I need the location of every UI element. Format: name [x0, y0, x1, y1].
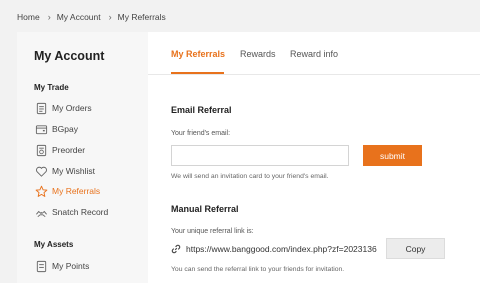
manual-referral-note: You can send the referral link to your f… — [171, 266, 345, 273]
sidebar-title: My Account — [34, 49, 105, 63]
tab-reward-info[interactable]: Reward info — [290, 49, 338, 59]
tab-my-referrals[interactable]: My Referrals — [171, 49, 225, 59]
hands-icon — [34, 205, 48, 219]
email-field[interactable] — [171, 145, 349, 166]
sidebar-item-my-wishlist[interactable]: My Wishlist — [34, 163, 95, 179]
link-icon — [171, 244, 181, 254]
account-panel: My Account My Trade My Orders BGpay Preo… — [17, 32, 480, 283]
orders-icon — [34, 101, 48, 115]
submit-button[interactable]: submit — [363, 145, 422, 166]
wallet-icon — [34, 122, 48, 136]
sidebar-item-label: Preorder — [52, 145, 86, 155]
manual-referral-heading: Manual Referral — [171, 204, 239, 214]
breadcrumb-current: My Referrals — [117, 12, 166, 22]
breadcrumb-my-account[interactable]: My Account — [57, 12, 101, 22]
section-title-my-trade: My Trade — [34, 83, 69, 92]
referral-link-label: Your unique referral link is: — [171, 228, 254, 235]
star-icon — [34, 184, 48, 198]
tab-rewards[interactable]: Rewards — [240, 49, 276, 59]
sidebar-item-preorder[interactable]: Preorder — [34, 142, 85, 158]
active-tab-indicator — [171, 72, 224, 74]
email-referral-heading: Email Referral — [171, 105, 232, 115]
main-content: My Referrals Rewards Reward info Email R… — [148, 32, 480, 283]
sidebar-item-label: My Referrals — [52, 186, 101, 196]
section-title-my-assets: My Assets — [34, 240, 74, 249]
tab-bar: My Referrals Rewards Reward info — [148, 32, 480, 75]
sidebar-item-label: BGpay — [52, 124, 78, 134]
breadcrumb: Home › My Account › My Referrals — [17, 10, 166, 24]
sidebar-item-label: My Wishlist — [52, 166, 95, 176]
sidebar-item-label: Snatch Record — [52, 207, 109, 217]
copy-button[interactable]: Copy — [386, 238, 445, 259]
points-icon — [34, 259, 48, 273]
sidebar-item-my-referrals[interactable]: My Referrals — [34, 183, 100, 199]
sidebar: My Account My Trade My Orders BGpay Preo… — [17, 32, 148, 283]
sidebar-item-label: My Orders — [52, 103, 92, 113]
chevron-right-icon: › — [47, 12, 51, 22]
sidebar-item-my-points[interactable]: My Points — [34, 258, 89, 274]
preorder-icon — [34, 143, 48, 157]
heart-icon — [34, 164, 48, 178]
referral-link-url[interactable]: https://www.banggood.com/index.php?zf=20… — [186, 244, 377, 254]
referral-link-row: https://www.banggood.com/index.php?zf=20… — [171, 242, 377, 256]
breadcrumb-home[interactable]: Home — [17, 12, 40, 22]
sidebar-item-label: My Points — [52, 261, 90, 271]
email-field-label: Your friend's email: — [171, 130, 231, 137]
chevron-right-icon: › — [108, 12, 112, 22]
sidebar-item-my-orders[interactable]: My Orders — [34, 100, 92, 116]
email-referral-note: We will send an invitation card to your … — [171, 173, 329, 180]
sidebar-item-bgpay[interactable]: BGpay — [34, 121, 78, 137]
sidebar-item-snatch-record[interactable]: Snatch Record — [34, 204, 108, 220]
